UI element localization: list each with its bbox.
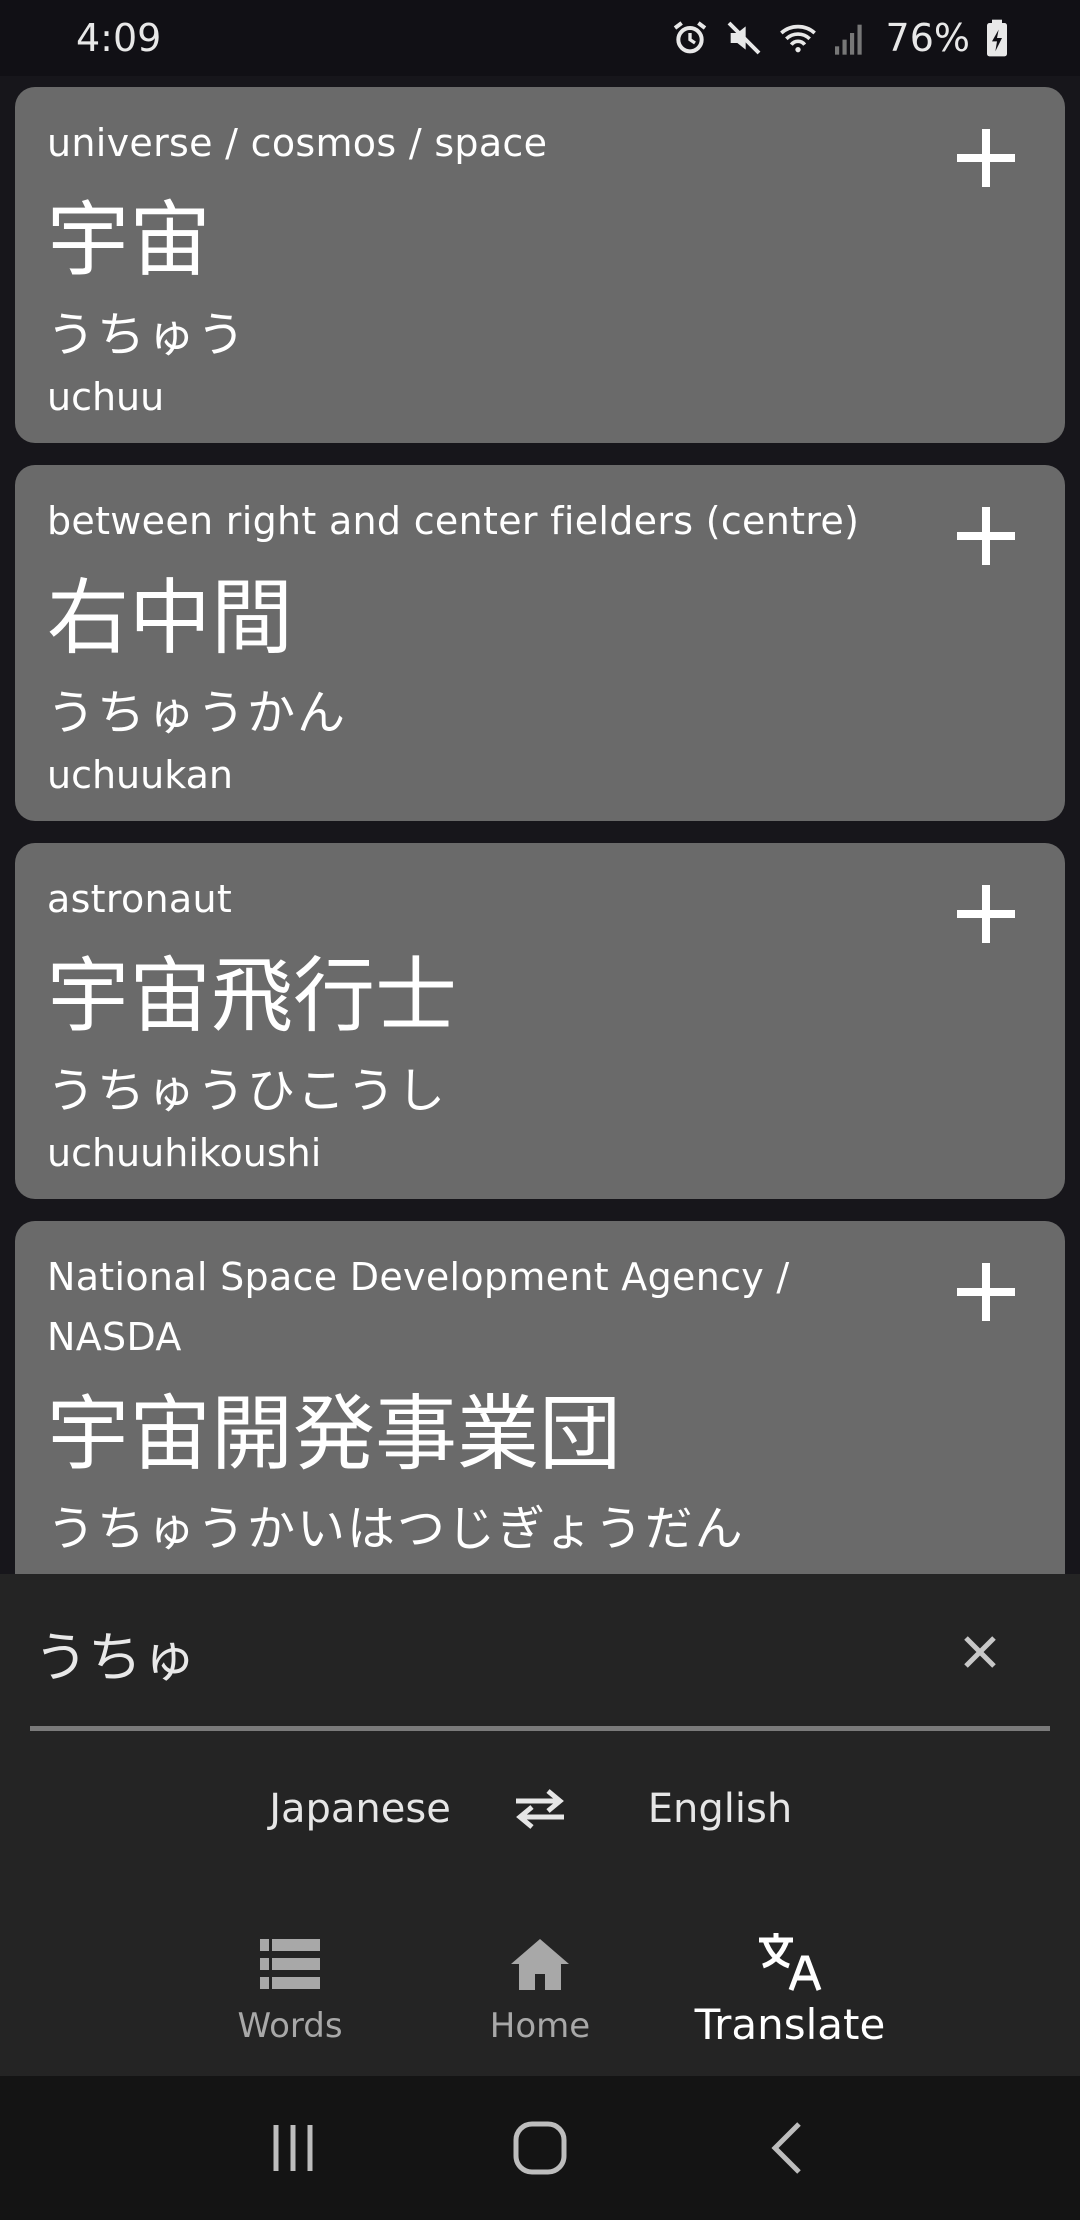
recent-apps-button[interactable] xyxy=(258,2113,328,2183)
translate-icon xyxy=(759,1933,822,1991)
card-meaning: National Space Development Agency / NASD… xyxy=(47,1255,790,1359)
card-kana: うちゅう xyxy=(47,307,248,363)
card-kana: うちゅうひこうし xyxy=(47,1063,448,1119)
source-language-button[interactable]: Japanese xyxy=(240,1786,480,1832)
results-list[interactable]: universe / cosmos / space 宇宙 うちゅう uchuu … xyxy=(0,76,1080,1574)
status-icons: 76% xyxy=(670,16,1010,60)
add-icon[interactable] xyxy=(951,1257,1021,1327)
nav-words-label: Words xyxy=(237,2006,343,2046)
status-bar: 4:09 76% xyxy=(0,0,1080,76)
target-language-button[interactable]: English xyxy=(600,1786,840,1832)
recent-apps-icon xyxy=(273,2125,313,2171)
card-romaji: uchuuhikoushi xyxy=(47,1131,322,1175)
system-navigation-bar xyxy=(0,2076,1080,2220)
nav-home-label: Home xyxy=(489,2006,591,2046)
add-icon[interactable] xyxy=(951,879,1021,949)
card-kanji: 宇宙開発事業団 xyxy=(47,1387,622,1482)
card-kanji: 宇宙飛行士 xyxy=(47,949,458,1044)
card-meaning: astronaut xyxy=(47,877,233,921)
swap-languages-button[interactable] xyxy=(500,1779,580,1839)
card-kanji: 右中間 xyxy=(47,571,294,666)
nav-home[interactable]: Home xyxy=(415,1900,665,2076)
search-input[interactable] xyxy=(30,1620,950,1684)
card-romaji: uchuu xyxy=(47,375,165,419)
back-button[interactable] xyxy=(752,2113,822,2183)
battery-charging-icon xyxy=(987,19,1007,57)
status-time: 4:09 xyxy=(76,16,162,60)
alarm-icon xyxy=(673,21,706,54)
list-icon xyxy=(260,1939,320,1989)
home-button[interactable] xyxy=(505,2113,575,2183)
result-card[interactable]: between right and center fielders (centr… xyxy=(15,465,1065,821)
wifi-icon xyxy=(779,24,816,53)
card-kanji: 宇宙 xyxy=(47,193,212,288)
bottom-navigation: Words Home Translate xyxy=(0,1900,1080,2076)
mute-icon xyxy=(727,21,760,55)
battery-percent: 76% xyxy=(885,16,970,60)
card-meaning: universe / cosmos / space xyxy=(47,121,548,165)
nav-words[interactable]: Words xyxy=(165,1900,415,2076)
card-kana: うちゅうかいはつじぎょうだん xyxy=(47,1501,745,1557)
result-card[interactable]: universe / cosmos / space 宇宙 うちゅう uchuu xyxy=(15,87,1065,443)
card-kana: うちゅうかん xyxy=(47,685,348,741)
nav-translate-label: Translate xyxy=(694,2000,886,2049)
add-icon[interactable] xyxy=(951,501,1021,571)
card-romaji: uchuukan xyxy=(47,753,233,797)
nav-translate[interactable]: Translate xyxy=(665,1900,915,2076)
search-row xyxy=(30,1574,1050,1730)
language-selector: Japanese English xyxy=(0,1774,1080,1844)
search-underline xyxy=(30,1726,1050,1731)
search-panel: Japanese English Words Home Translate xyxy=(0,1574,1080,2076)
result-card[interactable]: National Space Development Agency / NASD… xyxy=(15,1221,1065,1574)
close-icon[interactable] xyxy=(950,1622,1010,1682)
add-icon[interactable] xyxy=(951,123,1021,193)
back-icon xyxy=(771,2122,801,2174)
swap-icon xyxy=(516,1789,564,1829)
card-meaning: between right and center fielders (centr… xyxy=(47,499,860,543)
home-icon xyxy=(511,1939,569,1990)
result-card[interactable]: astronaut 宇宙飛行士 うちゅうひこうし uchuuhikoushi xyxy=(15,843,1065,1199)
signal-icon xyxy=(834,24,862,55)
home-circle-icon xyxy=(513,2121,567,2175)
